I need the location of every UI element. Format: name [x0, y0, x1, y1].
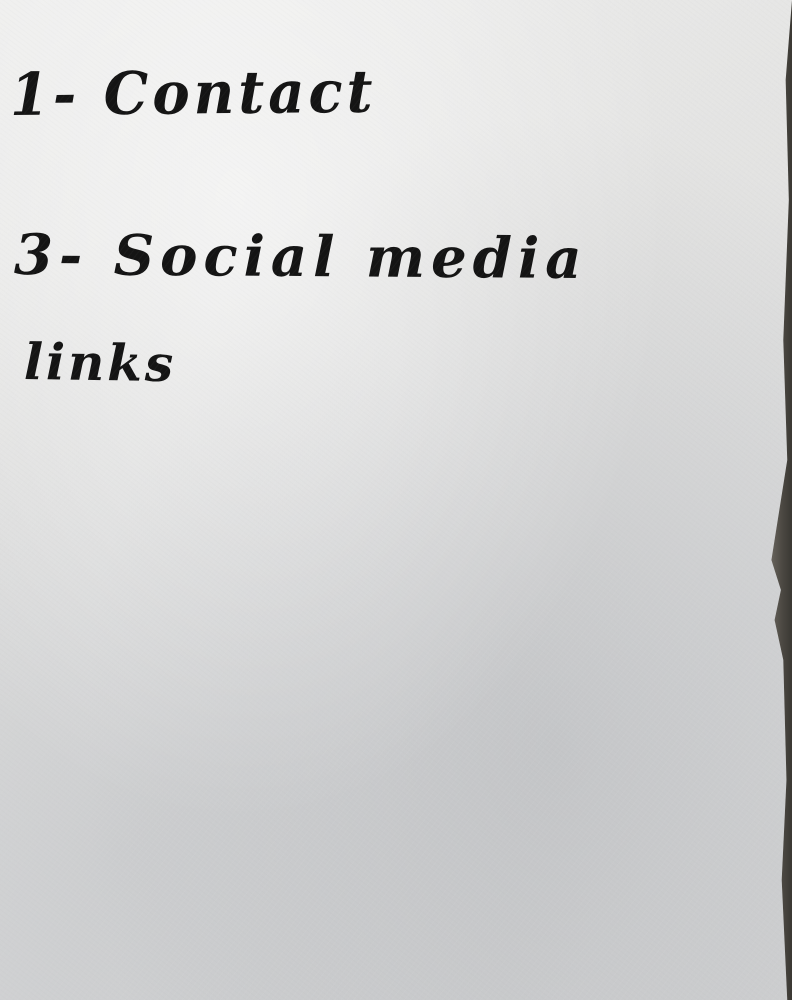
paper-note: 1- Contact 3- Social media links: [0, 0, 792, 1000]
note-line-3: links: [23, 332, 177, 394]
note-line-1: 1- Contact: [9, 57, 377, 130]
note-line-2: 3- Social media: [13, 222, 588, 293]
